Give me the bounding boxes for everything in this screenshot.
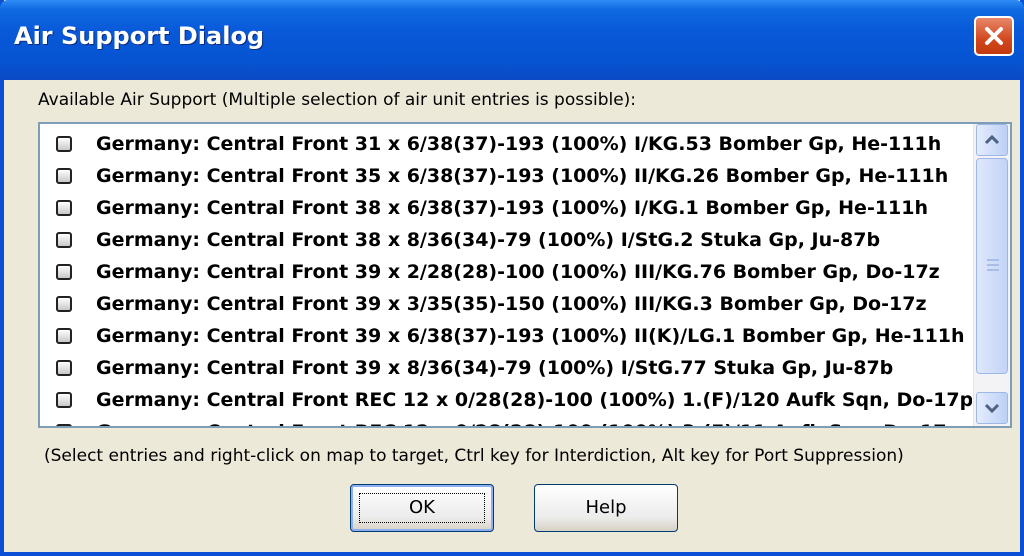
thumb-grip-line xyxy=(987,259,999,261)
scroll-down-button[interactable] xyxy=(976,392,1008,424)
ok-button[interactable]: OK xyxy=(350,484,494,532)
checkbox-icon[interactable] xyxy=(56,328,72,344)
checkbox-icon[interactable] xyxy=(56,232,72,248)
checkbox-icon[interactable] xyxy=(56,424,72,426)
list-item[interactable]: Germany: Central Front REC 12 x 0/28(28)… xyxy=(40,416,972,426)
list-item[interactable]: Germany: Central Front 39 x 3/35(35)-150… xyxy=(40,288,972,320)
checkbox-icon[interactable] xyxy=(56,200,72,216)
list-item[interactable]: Germany: Central Front REC 12 x 0/28(28)… xyxy=(40,384,972,416)
list-item[interactable]: Germany: Central Front 39 x 2/28(28)-100… xyxy=(40,256,972,288)
list-item[interactable]: Germany: Central Front 38 x 6/38(37)-193… xyxy=(40,192,972,224)
scroll-up-arrow-icon xyxy=(984,134,1000,145)
scrollbar-thumb[interactable] xyxy=(976,158,1008,374)
list-item[interactable]: Germany: Central Front 38 x 8/36(34)-79 … xyxy=(40,224,972,256)
help-button[interactable]: Help xyxy=(534,484,678,532)
air-unit-listbox[interactable]: Germany: Central Front 31 x 6/38(37)-193… xyxy=(38,122,1012,428)
air-unit-list: Germany: Central Front 31 x 6/38(37)-193… xyxy=(40,124,972,426)
list-item[interactable]: Germany: Central Front 39 x 6/38(37)-193… xyxy=(40,320,972,352)
help-button-label: Help xyxy=(585,497,627,518)
checkbox-icon[interactable] xyxy=(56,360,72,376)
air-support-dialog: Air Support Dialog Available Air Support… xyxy=(0,0,1024,556)
targeting-hint: (Select entries and right-click on map t… xyxy=(44,446,904,466)
checkbox-icon[interactable] xyxy=(56,136,72,152)
close-icon xyxy=(985,27,1003,45)
list-item[interactable]: Germany: Central Front 39 x 8/36(34)-79 … xyxy=(40,352,972,384)
list-item[interactable]: Germany: Central Front 31 x 6/38(37)-193… xyxy=(40,128,972,160)
close-button[interactable] xyxy=(974,16,1014,56)
scroll-down-arrow-icon xyxy=(984,403,1000,414)
available-air-support-label: Available Air Support (Multiple selectio… xyxy=(38,90,637,110)
thumb-grip-line xyxy=(987,269,999,271)
vertical-scrollbar[interactable] xyxy=(973,124,1010,426)
window-title: Air Support Dialog xyxy=(14,22,265,50)
checkbox-icon[interactable] xyxy=(56,264,72,280)
checkbox-icon[interactable] xyxy=(56,296,72,312)
title-bar[interactable]: Air Support Dialog xyxy=(0,0,1024,80)
focus-rectangle xyxy=(359,493,485,523)
checkbox-icon[interactable] xyxy=(56,168,72,184)
checkbox-icon[interactable] xyxy=(56,392,72,408)
list-item[interactable]: Germany: Central Front 35 x 6/38(37)-193… xyxy=(40,160,972,192)
scroll-up-button[interactable] xyxy=(976,124,1008,156)
thumb-grip-line xyxy=(987,264,999,266)
